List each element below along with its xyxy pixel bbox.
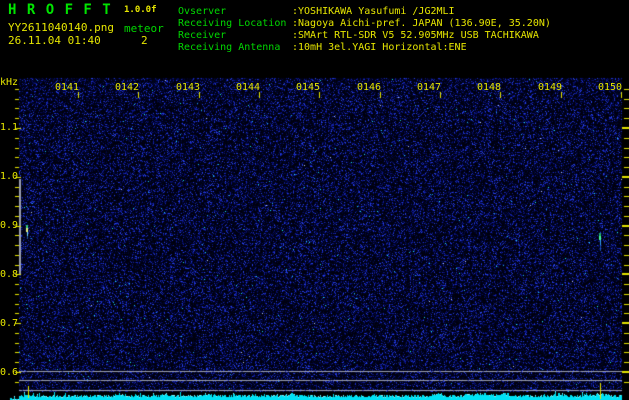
x-tick-label: 0142: [115, 82, 140, 93]
station-info-row: Receiver :SMArt RTL-SDR V5 52.905MHz USB …: [178, 30, 551, 42]
y-axis-unit-label: kHz: [0, 77, 19, 88]
app-version: 1.0.0f: [124, 5, 157, 15]
y-tick-label: 1.1: [0, 122, 19, 133]
x-tick-label: 0145: [296, 82, 321, 93]
y-tick-label: 0.9: [0, 220, 19, 231]
y-tick-label: 1.0: [0, 171, 19, 182]
x-tick-label: 0150: [598, 82, 623, 93]
y-tick-label: 0.7: [0, 318, 19, 329]
spectrogram-canvas: [0, 0, 629, 400]
meteor-count: 2: [141, 34, 148, 47]
station-info-row: Receiving Antenna :10mH 3el.YAGI Horizont…: [178, 42, 551, 54]
x-tick-label: 0148: [477, 82, 502, 93]
x-tick-label: 0143: [176, 82, 201, 93]
info-label: Receiving Antenna: [178, 42, 281, 53]
info-value: :Nagoya Aichi-pref. JAPAN (136.90E, 35.2…: [292, 18, 551, 29]
info-value: :YOSHIKAWA Yasufumi /JG2MLI: [292, 6, 455, 17]
station-info-row: Ovserver :YOSHIKAWA Yasufumi /JG2MLI: [178, 6, 551, 18]
info-label: Receiver: [178, 30, 227, 41]
hrofft-output-image: H R O F F T 1.0.0f YY2611040140.png mete…: [0, 0, 629, 400]
info-label: Ovserver: [178, 6, 227, 17]
station-info-block: Ovserver:YOSHIKAWA Yasufumi /JG2MLI Recei…: [178, 6, 551, 54]
x-tick-label: 0146: [357, 82, 382, 93]
y-tick-label: 0.8: [0, 269, 19, 280]
info-value: :10mH 3el.YAGI Horizontal:ENE: [292, 42, 467, 53]
info-label: Receiving Location: [178, 18, 287, 29]
x-tick-label: 0141: [55, 82, 80, 93]
app-title: H R O F F T: [8, 2, 112, 18]
x-tick-label: 0144: [236, 82, 261, 93]
x-tick-label: 0149: [538, 82, 563, 93]
station-info-row: Receiving Location :Nagoya Aichi-pref. JA…: [178, 18, 551, 30]
x-tick-label: 0147: [417, 82, 442, 93]
observation-datetime: 26.11.04 01:40: [8, 34, 101, 47]
y-tick-label: 0.6: [0, 367, 19, 378]
output-filename: YY2611040140.png: [8, 21, 114, 34]
info-value: :SMArt RTL-SDR V5 52.905MHz USB TACHIKAW…: [292, 30, 539, 41]
